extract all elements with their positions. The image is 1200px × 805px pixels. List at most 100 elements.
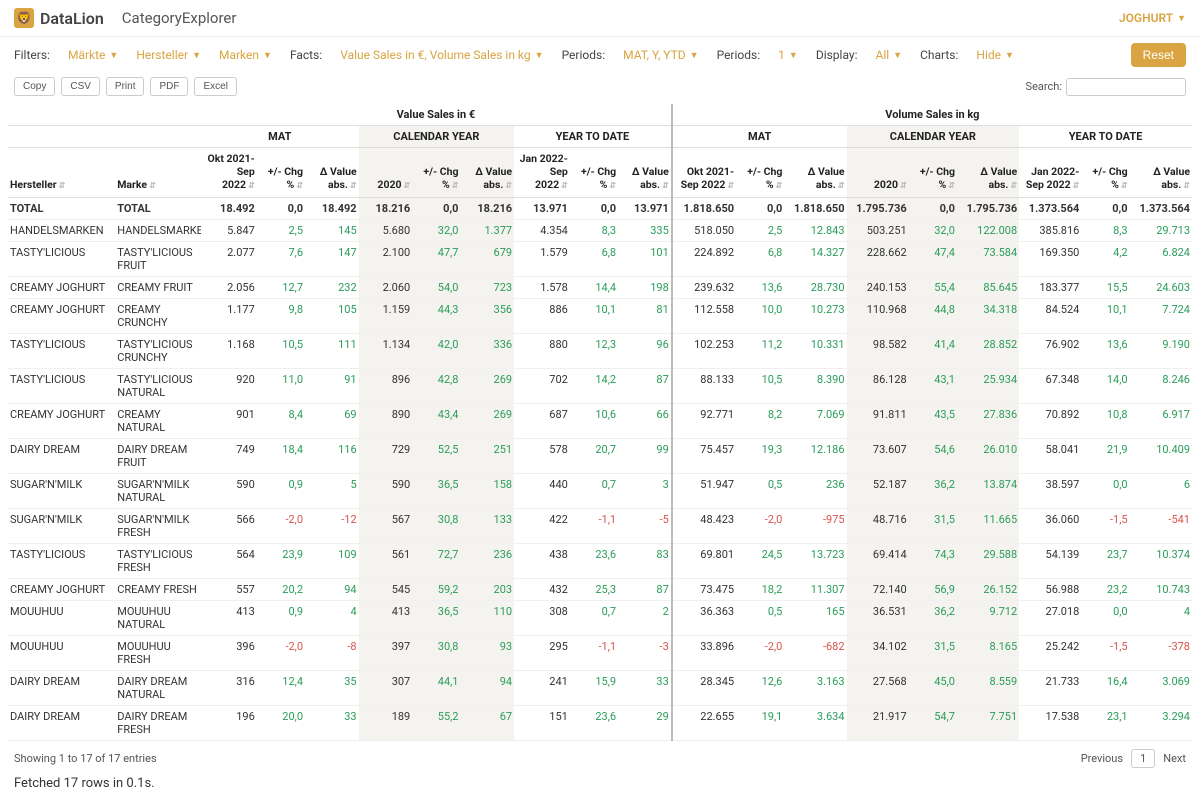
cell-value: -1,5 <box>1081 509 1129 544</box>
col-cy-delta2[interactable]: Δ Value abs.⇵ <box>957 148 1019 198</box>
cell-value: 269 <box>460 404 514 439</box>
cell-value: 67 <box>460 706 514 741</box>
filterbar: Filters: Märkte▼ Hersteller▼ Marken▼ Fac… <box>0 37 1200 73</box>
sort-icon: ⇵ <box>948 181 955 190</box>
periods-dropdown[interactable]: MAT, Y, YTD▼ <box>623 48 698 62</box>
prev-button[interactable]: Previous <box>1081 752 1123 765</box>
search-input[interactable] <box>1066 78 1186 96</box>
cell-value: 35 <box>305 671 359 706</box>
sort-icon: ⇵ <box>505 181 512 190</box>
chevron-down-icon: ▼ <box>535 50 544 61</box>
facts-dropdown[interactable]: Value Sales in €, Volume Sales in kg▼ <box>340 48 543 62</box>
cell-value: 12,4 <box>257 671 305 706</box>
col-ytd-val1[interactable]: Jan 2022-Sep 2022⇵ <box>514 148 570 198</box>
sort-icon: ⇵ <box>404 181 411 190</box>
col-ytd-chg1[interactable]: +/- Chg %⇵ <box>570 148 618 198</box>
cell-value: 295 <box>514 636 570 671</box>
reset-button[interactable]: Reset <box>1131 43 1186 67</box>
cell-value: 29.713 <box>1130 220 1192 242</box>
col-marke[interactable]: Marke⇵ <box>115 148 201 198</box>
col-cy-chg1[interactable]: +/- Chg %⇵ <box>412 148 460 198</box>
cell-value: 24,5 <box>736 544 784 579</box>
table-row: DAIRY DREAMDAIRY DREAM NATURAL31612,4353… <box>8 671 1192 706</box>
col-cy-val1[interactable]: 2020⇵ <box>359 148 413 198</box>
col-mat-delta1[interactable]: Δ Value abs.⇵ <box>305 148 359 198</box>
cell-value: -975 <box>784 509 846 544</box>
cell-value: 36,5 <box>412 474 460 509</box>
footer-info: Showing 1 to 17 of 17 entries <box>14 752 157 765</box>
cell-value: 890 <box>359 404 413 439</box>
col-mat-chg1[interactable]: +/- Chg %⇵ <box>257 148 305 198</box>
pdf-button[interactable]: PDF <box>150 77 188 96</box>
cell-value: 385.816 <box>1019 220 1081 242</box>
cell-value: 14,2 <box>570 369 618 404</box>
col-ytd-chg2[interactable]: +/- Chg %⇵ <box>1081 148 1129 198</box>
cell-value: 189 <box>359 706 413 741</box>
cell-value: 28.730 <box>784 277 846 299</box>
col-ytd-val2[interactable]: Jan 2022-Sep 2022⇵ <box>1019 148 1081 198</box>
filter-hersteller[interactable]: Hersteller▼ <box>136 48 201 62</box>
cell-value: 0,9 <box>257 601 305 636</box>
sort-icon: ⇵ <box>1073 181 1080 190</box>
filter-markte[interactable]: Märkte▼ <box>68 48 118 62</box>
cell-value: 58.041 <box>1019 439 1081 474</box>
cell-value: 43,5 <box>909 404 957 439</box>
cell-value: 236 <box>460 544 514 579</box>
chevron-down-icon: ▼ <box>893 50 902 61</box>
cell-value: 12.843 <box>784 220 846 242</box>
cell-value: 30,8 <box>412 509 460 544</box>
category-dropdown[interactable]: JOGHURT ▼ <box>1119 11 1186 25</box>
cell-marke: DAIRY DREAM NATURAL <box>115 671 201 706</box>
cell-value: 99 <box>618 439 672 474</box>
cell-value: 44,3 <box>412 299 460 334</box>
col-mat-val1[interactable]: Okt 2021-Sep 2022⇵ <box>201 148 257 198</box>
category-label: JOGHURT <box>1119 11 1173 25</box>
table-row: HANDELSMARKENHANDELSMARKEN5.8472,51455.6… <box>8 220 1192 242</box>
cell-value: 81 <box>618 299 672 334</box>
cell-value: 18,4 <box>257 439 305 474</box>
cell-hersteller: TASTY'LICIOUS <box>8 334 115 369</box>
copy-button[interactable]: Copy <box>14 77 55 96</box>
cell-value: 8,4 <box>257 404 305 439</box>
supergroup-value: Value Sales in € <box>201 104 672 126</box>
cell-value: 23,6 <box>570 544 618 579</box>
col-ytd-delta1[interactable]: Δ Value abs.⇵ <box>618 148 672 198</box>
display-dropdown[interactable]: All▼ <box>875 48 902 62</box>
cell-value: 72.140 <box>847 579 909 601</box>
charts-dropdown[interactable]: Hide▼ <box>976 48 1014 62</box>
excel-button[interactable]: Excel <box>194 77 236 96</box>
cell-value: 10,0 <box>736 299 784 334</box>
cell-value: 4.354 <box>514 220 570 242</box>
cell-value: 23,6 <box>570 706 618 741</box>
cell-value: 4,2 <box>1081 242 1129 277</box>
cell-value: 13.723 <box>784 544 846 579</box>
print-button[interactable]: Print <box>106 77 145 96</box>
col-cy-val2[interactable]: 2020⇵ <box>847 148 909 198</box>
cell-value: 5.847 <box>201 220 257 242</box>
cell-value: 561 <box>359 544 413 579</box>
cell-value: 69 <box>305 404 359 439</box>
col-mat-chg2[interactable]: +/- Chg %⇵ <box>736 148 784 198</box>
csv-button[interactable]: CSV <box>61 77 100 96</box>
col-mat-val2[interactable]: Okt 2021-Sep 2022⇵ <box>672 148 736 198</box>
col-cy-chg2[interactable]: +/- Chg %⇵ <box>909 148 957 198</box>
cell-marke: DAIRY DREAM FRUIT <box>115 439 201 474</box>
cell-value: 67.348 <box>1019 369 1081 404</box>
table-footer: Showing 1 to 17 of 17 entries Previous 1… <box>0 741 1200 776</box>
filter-marken[interactable]: Marken▼ <box>219 48 272 62</box>
col-hersteller[interactable]: Hersteller⇵ <box>8 148 115 198</box>
cell-value: 413 <box>359 601 413 636</box>
subgroup-cy2: CALENDAR YEAR <box>847 126 1020 148</box>
logo: 🦁 DataLion <box>14 8 104 28</box>
page-number[interactable]: 1 <box>1131 749 1155 768</box>
col-cy-delta1[interactable]: Δ Value abs.⇵ <box>460 148 514 198</box>
cell-value: 51.947 <box>672 474 736 509</box>
periods2-dropdown[interactable]: 1▼ <box>778 48 798 62</box>
cell-value: 151 <box>514 706 570 741</box>
col-mat-delta2[interactable]: Δ Value abs.⇵ <box>784 148 846 198</box>
col-ytd-delta2[interactable]: Δ Value abs.⇵ <box>1130 148 1192 198</box>
next-button[interactable]: Next <box>1163 752 1186 765</box>
cell-value: 12,7 <box>257 277 305 299</box>
cell-value: 308 <box>514 601 570 636</box>
cell-value: 6,8 <box>736 242 784 277</box>
